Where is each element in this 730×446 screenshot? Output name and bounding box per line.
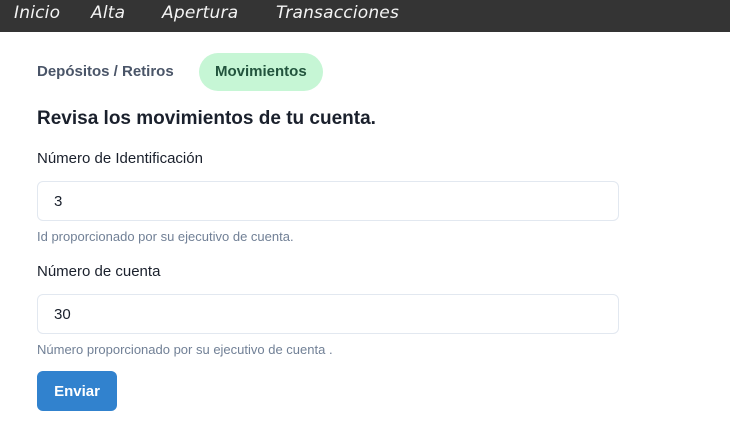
account-field-label: Número de cuenta — [37, 263, 161, 280]
tab-depositos-retiros[interactable]: Depósitos / Retiros — [37, 53, 174, 91]
nav-item-transacciones[interactable]: Transacciones — [276, 3, 399, 23]
submit-button[interactable]: Enviar — [37, 371, 117, 411]
id-input[interactable] — [37, 181, 619, 221]
id-helper-text: Id proporcionado por su ejecutivo de cue… — [37, 229, 294, 244]
account-helper-text: Número proporcionado por su ejecutivo de… — [37, 342, 333, 357]
account-input[interactable] — [37, 294, 619, 334]
nav-item-apertura[interactable]: Apertura — [162, 3, 238, 23]
top-navbar: Inicio Alta Apertura Transacciones — [0, 0, 730, 32]
form-heading: Revisa los movimientos de tu cuenta. — [37, 108, 376, 129]
id-field-label: Número de Identificación — [37, 150, 203, 167]
nav-item-alta[interactable]: Alta — [91, 3, 125, 23]
nav-item-inicio[interactable]: Inicio — [14, 3, 60, 23]
tab-movimientos[interactable]: Movimientos — [199, 53, 323, 91]
